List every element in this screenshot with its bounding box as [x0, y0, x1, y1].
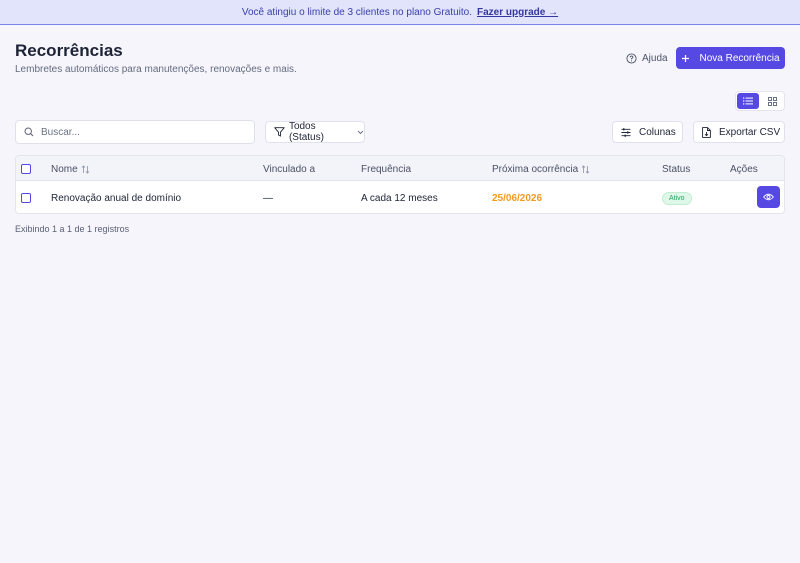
view-toggle: [735, 91, 785, 111]
recurrences-table: Nome Vinculado a Frequência Próxima ocor…: [15, 155, 785, 214]
help-button[interactable]: Ajuda: [626, 51, 668, 65]
status-badge: Ativo: [662, 191, 692, 205]
grid-icon: [767, 96, 777, 106]
banner-message: Você atingiu o limite de 3 clientes no p…: [241, 6, 472, 18]
column-header-next[interactable]: Próxima ocorrência: [492, 162, 590, 176]
list-view-button[interactable]: [737, 93, 759, 109]
cell-next-occurrence: 25/06/2026: [492, 192, 543, 204]
column-header-status: Status: [662, 163, 691, 175]
status-filter-value: Todos (Status): [288, 121, 324, 143]
column-header-name[interactable]: Nome: [51, 162, 90, 176]
row-checkbox[interactable]: [21, 193, 31, 203]
cell-status: Ativo: [662, 191, 692, 205]
filter-icon: [274, 127, 285, 137]
upgrade-link[interactable]: Fazer upgrade →: [477, 7, 558, 18]
column-header-next-label: Próxima ocorrência: [492, 163, 579, 175]
export-csv-label: Exportar CSV: [719, 126, 781, 138]
column-header-linked: Vinculado a: [263, 163, 316, 175]
export-csv-button[interactable]: Exportar CSV: [693, 121, 785, 143]
columns-label: Colunas: [639, 126, 676, 138]
cell-linked: —: [263, 192, 273, 204]
status-filter-select[interactable]: Todos (Status): [265, 121, 365, 143]
view-button[interactable]: [757, 186, 780, 208]
new-recurrence-label: Nova Recorrência: [699, 52, 780, 64]
page-subtitle: Lembretes automáticos para manutenções, …: [15, 64, 297, 75]
row-select-cell: [21, 191, 31, 205]
eye-icon: [763, 193, 774, 201]
list-icon: [743, 97, 753, 105]
column-header-actions: Ações: [730, 163, 758, 175]
file-export-icon: [702, 126, 711, 138]
search-box: [15, 120, 255, 144]
records-count: Exibindo 1 a 1 de 1 registros: [15, 224, 130, 234]
help-circle-icon: [626, 52, 637, 64]
cell-frequency: A cada 12 meses: [361, 192, 438, 204]
columns-button[interactable]: Colunas: [612, 121, 683, 143]
table-header: Nome Vinculado a Frequência Próxima ocor…: [16, 156, 784, 181]
select-all-checkbox[interactable]: [21, 164, 31, 174]
sliders-icon: [621, 127, 631, 137]
column-header-frequency: Frequência: [361, 163, 412, 175]
column-header-name-label: Nome: [51, 163, 78, 175]
select-all-cell: [21, 162, 31, 176]
new-recurrence-button[interactable]: Nova Recorrência: [676, 47, 785, 69]
cell-name: Renovação anual de domínio: [51, 192, 182, 204]
sort-icon: [581, 164, 590, 174]
search-icon: [24, 127, 34, 137]
upgrade-banner: Você atingiu o limite de 3 clientes no p…: [0, 0, 800, 25]
grid-view-button[interactable]: [761, 93, 783, 109]
plus-icon: [682, 54, 690, 62]
sort-icon: [81, 164, 89, 174]
page-title: Recorrências: [15, 41, 123, 60]
help-label: Ajuda: [642, 52, 668, 64]
search-input[interactable]: [41, 126, 241, 138]
chevron-down-icon: [357, 130, 364, 134]
